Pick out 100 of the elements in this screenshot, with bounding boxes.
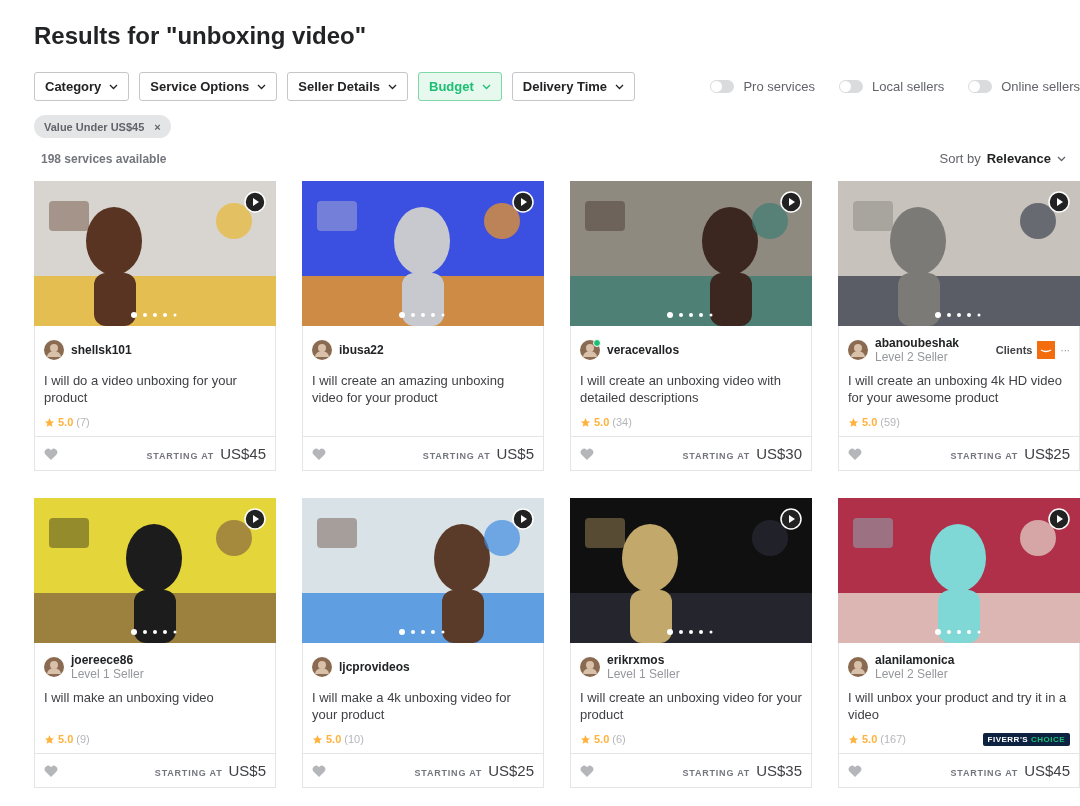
price: US$45: [1024, 762, 1070, 779]
gig-card[interactable]: ibusa22 I will create an amazing unboxing video for your product STARTING AT US$5: [302, 181, 544, 471]
remove-icon[interactable]: ×: [154, 120, 161, 133]
toggle-switch[interactable]: [838, 80, 863, 93]
review-count: (6): [612, 733, 626, 745]
rating-score: 5.0: [594, 733, 610, 745]
seller-name[interactable]: shellsk101: [71, 343, 132, 357]
avatar: [44, 340, 64, 360]
price-label: STARTING AT: [682, 768, 751, 778]
star-icon: [580, 416, 591, 428]
choice-badge: FIVERR'S CHOICE: [982, 732, 1070, 746]
gig-title[interactable]: I will make a 4k unboxing video for your product: [312, 689, 534, 723]
price: US$25: [488, 762, 534, 779]
filter-chip[interactable]: Value Under US$45 ×: [34, 115, 171, 138]
chevron-down-icon: [1057, 155, 1066, 162]
star-icon: [44, 416, 55, 428]
seller-name[interactable]: veracevallos: [607, 343, 680, 357]
heart-icon[interactable]: [44, 764, 58, 777]
seller-level: Level 1 Seller: [71, 667, 144, 681]
price-label: STARTING AT: [682, 451, 751, 461]
play-icon[interactable]: [1048, 508, 1070, 530]
gig-title[interactable]: I will create an unboxing video with detailed descriptions: [580, 372, 802, 406]
star-icon: [848, 416, 859, 428]
play-icon[interactable]: [512, 508, 534, 530]
heart-icon[interactable]: [580, 447, 594, 460]
page-title: Results for "unboxing video": [34, 22, 368, 50]
seller-name[interactable]: joereece86: [71, 653, 144, 667]
review-count: (167): [880, 733, 906, 745]
carousel-dots-icon: [935, 629, 983, 635]
heart-icon[interactable]: [580, 764, 594, 777]
client-logo-icon: [1037, 341, 1056, 359]
star-icon: [848, 733, 859, 745]
rating-score: 5.0: [58, 733, 74, 745]
toggle-label: Pro services: [743, 79, 815, 94]
price: US$5: [228, 762, 266, 779]
toggle-label: Online sellers: [1001, 79, 1080, 94]
carousel-dots-icon: [131, 629, 179, 635]
play-icon[interactable]: [780, 191, 802, 213]
seller-level: Level 2 Seller: [875, 667, 949, 681]
gig-card[interactable]: veracevallos I will create an unboxing video with detailed descriptions 5.0 (34) STARTING AT US$30: [570, 181, 812, 471]
chevron-down-icon: [481, 83, 491, 90]
heart-icon[interactable]: [848, 447, 862, 460]
price-label: STARTING AT: [414, 768, 483, 778]
price: US$5: [496, 445, 534, 462]
seller-name[interactable]: alanilamonica: [875, 653, 955, 667]
gig-card[interactable]: alanilamonica Level 2 Seller I will unbox your product and try it in a video 5.0 (167) FIVERR'S CHOICE STARTING AT US$45: [838, 498, 1080, 788]
review-count: (10): [344, 733, 364, 745]
gig-title[interactable]: I will create an amazing unboxing video for your product: [312, 372, 534, 406]
avatar: [580, 657, 600, 677]
star-icon: [580, 733, 591, 745]
avatar: [848, 340, 868, 360]
sort-dropdown[interactable]: Sort by Relevance: [933, 150, 1072, 167]
gig-title[interactable]: I will make an unboxing video: [44, 689, 266, 723]
play-icon[interactable]: [1048, 191, 1070, 213]
gig-title[interactable]: I will create an unboxing 4k HD video for your awesome product: [848, 372, 1070, 406]
gig-card[interactable]: erikrxmos Level 1 Seller I will create an unboxing video for your product 5.0 (6) STARTING AT US$35: [570, 498, 812, 788]
filter-dropdown[interactable]: Delivery Time: [511, 72, 636, 101]
price: US$25: [1024, 445, 1070, 462]
review-count: (59): [880, 416, 900, 428]
gig-title[interactable]: I will create an unboxing video for your product: [580, 689, 802, 723]
clients-label: Clients: [995, 344, 1033, 356]
seller-name[interactable]: abanoubeshak: [875, 336, 960, 350]
carousel-dots-icon: [667, 312, 715, 318]
filter-dropdown[interactable]: Seller Details: [287, 72, 408, 101]
avatar: [312, 657, 332, 677]
carousel-dots-icon: [667, 629, 715, 635]
gig-title[interactable]: I will unbox your product and try it in a video: [848, 689, 1070, 723]
heart-icon[interactable]: [44, 447, 58, 460]
seller-level: Level 1 Seller: [607, 667, 680, 681]
seller-name[interactable]: ljcprovideos: [339, 660, 410, 674]
price-label: STARTING AT: [154, 768, 223, 778]
rating-score: 5.0: [594, 416, 610, 428]
price-label: STARTING AT: [950, 768, 1019, 778]
heart-icon[interactable]: [312, 447, 326, 460]
filter-dropdown[interactable]: Category: [34, 72, 130, 101]
toggle-switch[interactable]: [968, 80, 993, 93]
rating-score: 5.0: [862, 416, 878, 428]
play-icon[interactable]: [780, 508, 802, 530]
gig-card[interactable]: joereece86 Level 1 Seller I will make an unboxing video 5.0 (9) STARTING AT US$5: [34, 498, 276, 788]
chevron-down-icon: [109, 83, 119, 90]
gig-card[interactable]: abanoubeshak Level 2 Seller Clients ··· I will create an unboxing 4k HD video for your awesome product 5.0 (59) STARTING AT US$25: [838, 181, 1080, 471]
gig-card[interactable]: ljcprovideos I will make a 4k unboxing video for your product 5.0 (10) STARTING AT US$25: [302, 498, 544, 788]
gig-card[interactable]: shellsk101 I will do a video unboxing for your product 5.0 (7) STARTING AT US$45: [34, 181, 276, 471]
seller-name[interactable]: ibusa22: [339, 343, 384, 357]
review-count: (9): [76, 733, 90, 745]
play-icon[interactable]: [244, 508, 266, 530]
heart-icon[interactable]: [312, 764, 326, 777]
toggle-switch[interactable]: [710, 80, 735, 93]
price: US$35: [756, 762, 802, 779]
seller-name[interactable]: erikrxmos: [607, 653, 680, 667]
play-icon[interactable]: [244, 191, 266, 213]
play-icon[interactable]: [512, 191, 534, 213]
filter-dropdown[interactable]: Service Options: [139, 72, 278, 101]
heart-icon[interactable]: [848, 764, 862, 777]
chevron-down-icon: [615, 83, 625, 90]
gig-title[interactable]: I will do a video unboxing for your product: [44, 372, 266, 406]
price: US$30: [756, 445, 802, 462]
avatar: [312, 340, 332, 360]
price-label: STARTING AT: [950, 451, 1019, 461]
rating-score: 5.0: [326, 733, 342, 745]
